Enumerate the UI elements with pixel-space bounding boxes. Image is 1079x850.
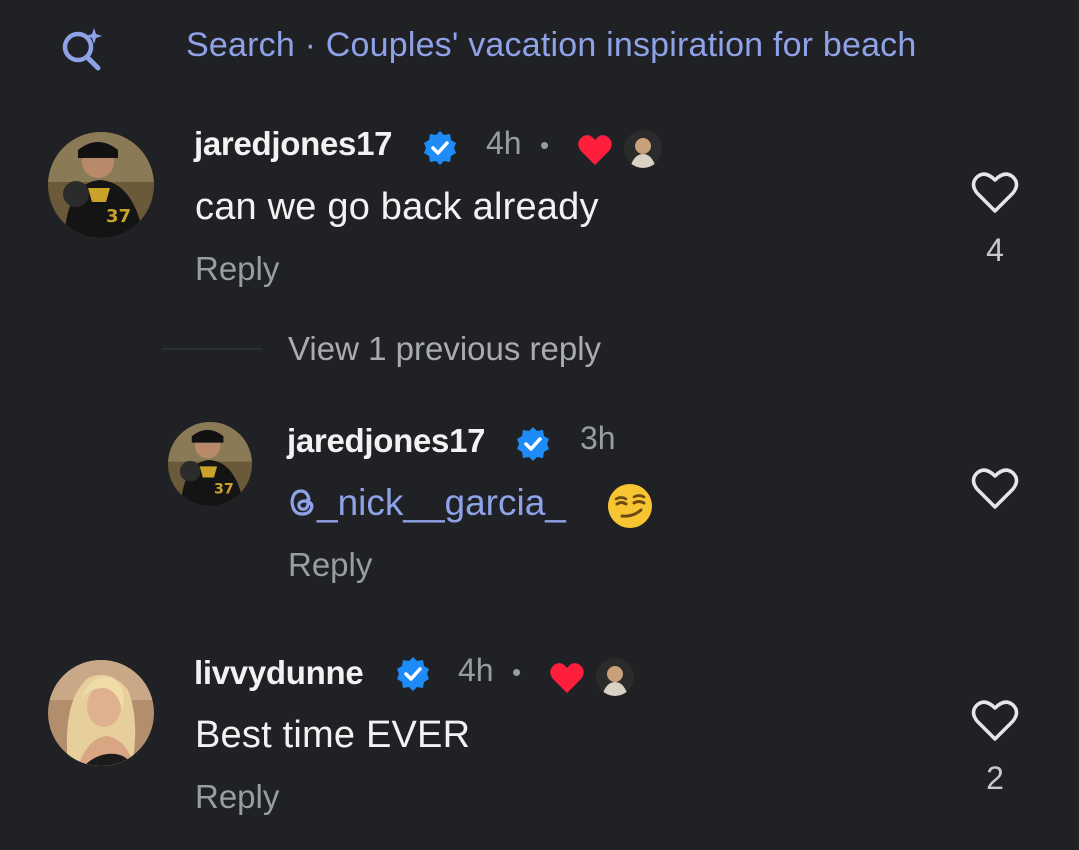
avatar[interactable]: 37 [48,132,154,238]
liker-avatar[interactable] [624,130,662,168]
search-icon[interactable] [58,25,106,73]
threads-icon [290,489,314,516]
svg-text:37: 37 [106,206,131,227]
comment-item: livvydunne 4h • Best time EVER Reply 2 [0,640,1079,840]
like-count: 4 [986,232,1004,268]
verified-badge-icon [517,427,549,461]
comment-text: Best time EVER [195,714,471,756]
view-previous-replies-button[interactable]: View 1 previous reply [288,330,601,368]
reply-button[interactable]: Reply [195,778,279,816]
comment-timestamp: 4h [486,125,522,161]
mention-link[interactable]: _nick__garcia_ [287,482,566,524]
comment-text: can we go back already [195,186,599,228]
verified-badge-icon [397,657,429,691]
reply-username[interactable]: jaredjones17 [287,422,485,460]
comment-item: 37 jaredjones17 4h • can we go back alre… [0,110,1079,300]
avatar[interactable] [48,660,154,766]
separator-dot: • [540,130,550,160]
heart-outline-icon[interactable] [971,170,1019,214]
reply-item: 37 jaredjones17 3h _nick__garcia_ Reply [0,410,1079,600]
reply-button[interactable]: Reply [288,546,372,584]
separator-dot: • [512,657,522,687]
thread-line [162,348,262,350]
heart-filled-icon [578,135,612,165]
heart-filled-icon [550,663,584,693]
heart-outline-icon[interactable] [971,698,1019,742]
avatar[interactable]: 37 [168,422,252,506]
search-bar[interactable]: Search · Couples' vacation inspiration f… [0,0,1079,100]
search-query-text[interactable]: Search · Couples' vacation inspiration f… [186,26,917,65]
liker-avatar[interactable] [596,658,634,696]
like-count: 2 [986,760,1004,796]
heart-outline-icon[interactable] [971,466,1019,510]
svg-text:37: 37 [214,481,234,497]
reply-button[interactable]: Reply [195,250,279,288]
mention-username[interactable]: _nick__garcia_ [317,482,566,523]
comment-timestamp: 4h [458,652,494,688]
reply-timestamp: 3h [580,420,616,456]
comment-username[interactable]: livvydunne [194,654,364,692]
verified-badge-icon [424,131,456,165]
comment-username[interactable]: jaredjones17 [194,125,392,163]
smirking-face-emoji [608,484,652,528]
